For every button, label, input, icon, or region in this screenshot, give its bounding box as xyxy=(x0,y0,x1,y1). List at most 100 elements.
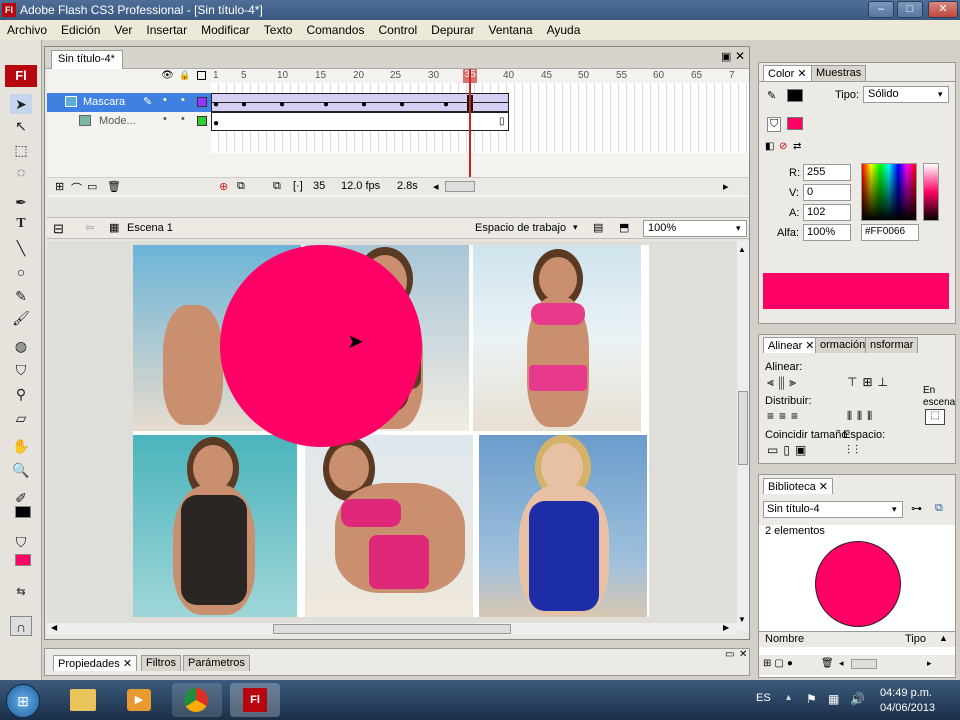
stage-horizontal-scrollbar[interactable]: ◀ ▶ xyxy=(47,623,737,635)
pin-library-icon[interactable]: ⊶ xyxy=(911,502,922,515)
fill-type-select[interactable]: Sólido ▾ xyxy=(863,86,949,103)
swap-colors-icon[interactable]: ⇄ xyxy=(793,141,801,152)
menu-ver[interactable]: Ver xyxy=(107,23,139,37)
paint-bucket-icon[interactable]: ⛉ xyxy=(10,360,32,380)
visibility-dot[interactable]: • xyxy=(163,94,167,106)
snap-magnet-icon[interactable]: ∩ xyxy=(10,616,32,636)
ink-bottle-icon[interactable]: ◍ xyxy=(10,336,32,356)
zoom-tool-icon[interactable]: 🔍 xyxy=(10,460,32,480)
scroll-down-icon[interactable]: ▼ xyxy=(738,615,746,624)
chevron-down-icon[interactable]: ▾ xyxy=(938,89,943,100)
menu-comandos[interactable]: Comandos xyxy=(299,23,371,37)
close-panel-icon[interactable]: ✕ xyxy=(739,649,747,660)
menu-ventana[interactable]: Ventana xyxy=(482,23,540,37)
photo-4[interactable] xyxy=(133,435,297,617)
stroke-color-icon[interactable]: ✐ xyxy=(10,488,32,508)
onion-markers-icon[interactable]: [·] xyxy=(293,180,303,192)
fill-color-swatch[interactable] xyxy=(15,554,31,566)
keyframe-dot[interactable]: ● xyxy=(399,99,405,110)
eraser-tool-icon[interactable]: ▱ xyxy=(10,408,32,428)
frame-grid[interactable]: ● ● ● ● ● ● ● ● ▯ xyxy=(211,83,749,153)
scroll-left-icon[interactable]: ◂ xyxy=(839,658,844,669)
distribute-buttons-icon[interactable]: ≡≡≡ xyxy=(767,409,803,423)
keyframe-dot[interactable]: ● xyxy=(213,118,219,129)
chrome-taskbar-icon[interactable] xyxy=(172,683,222,717)
align-vertical-buttons-icon[interactable]: ⊤⊞⊥ xyxy=(847,375,893,389)
scene-label[interactable]: Escena 1 xyxy=(127,222,173,234)
document-tab[interactable]: Sin título-4* xyxy=(51,50,123,69)
chevron-down-icon[interactable]: ▾ xyxy=(736,223,741,234)
align-buttons-icon[interactable]: ⫷⫼⫸ xyxy=(767,375,801,390)
keyframe-dot[interactable]: ● xyxy=(323,99,329,110)
menu-ayuda[interactable]: Ayuda xyxy=(540,23,588,37)
tab-informacion[interactable]: ormación xyxy=(815,337,871,353)
close-button[interactable]: ✕ xyxy=(928,1,958,18)
delete-layer-icon[interactable]: 🗑 xyxy=(107,180,121,193)
photo-3[interactable] xyxy=(473,245,641,431)
explorer-taskbar-icon[interactable] xyxy=(58,683,108,717)
col-tipo[interactable]: Tipo xyxy=(905,633,926,645)
back-arrow-icon[interactable]: ⇦ xyxy=(85,221,94,234)
zoom-select[interactable]: 100% ▾ xyxy=(643,220,747,237)
scroll-up-icon[interactable]: ▲ xyxy=(738,245,746,254)
tray-expand-icon[interactable]: ▴ xyxy=(786,692,791,703)
match-size-icon[interactable]: ▭▯▣ xyxy=(767,443,811,457)
tab-transformar[interactable]: nsformar xyxy=(865,337,919,353)
clock-date[interactable]: 04/06/2013 xyxy=(880,702,935,714)
r-field[interactable]: 255 xyxy=(803,164,851,181)
lock-icon[interactable]: 🔒 xyxy=(179,70,190,81)
photo-5[interactable] xyxy=(305,435,473,617)
network-icon[interactable]: ▦ xyxy=(828,692,839,706)
subselection-tool-icon[interactable]: ↖ xyxy=(10,116,32,136)
menu-depurar[interactable]: Depurar xyxy=(424,23,481,37)
distribute-horizontal-icon[interactable]: ⫴⫴⫴ xyxy=(847,409,877,424)
menu-control[interactable]: Control xyxy=(371,23,424,37)
menu-texto[interactable]: Texto xyxy=(257,23,300,37)
edit-multiple-icon[interactable]: ⧉ xyxy=(273,180,281,193)
onion-skin-icon[interactable]: ⧉ xyxy=(237,180,245,193)
g-field[interactable]: 0 xyxy=(803,184,851,201)
chevron-down-icon[interactable]: ▾ xyxy=(573,222,578,233)
outline-icon[interactable] xyxy=(197,71,206,80)
close-doc-icon[interactable]: ✕ xyxy=(735,49,745,63)
stage-area[interactable]: ➤ xyxy=(47,241,737,631)
flag-icon[interactable]: ⚑ xyxy=(806,692,817,706)
timeline-scroll-right-icon[interactable]: ▸ xyxy=(723,180,729,193)
pencil-tool-icon[interactable]: ✎ xyxy=(10,286,32,306)
tab-filtros[interactable]: Filtros xyxy=(141,655,181,671)
space-buttons-icon[interactable]: ⫶⫶ xyxy=(847,443,863,458)
lock-dot[interactable]: • xyxy=(181,94,185,106)
library-document-select[interactable]: Sin título-4 ▾ xyxy=(763,501,903,518)
layer-outline-color[interactable] xyxy=(197,116,207,126)
stroke-color-swatch[interactable] xyxy=(15,506,31,518)
keyframe-dot[interactable]: ● xyxy=(443,99,449,110)
edit-scene-icon[interactable]: ⬒ xyxy=(619,221,629,234)
motion-guide-icon[interactable]: ⌒ xyxy=(71,180,82,196)
start-button[interactable]: ⊞ xyxy=(6,684,40,718)
fill-color-icon[interactable]: ⛉ xyxy=(10,532,32,552)
minimize-button[interactable]: – xyxy=(868,1,894,18)
swap-colors-icon[interactable]: ⇆ xyxy=(10,582,32,602)
keyframe-dot[interactable]: ● xyxy=(279,99,285,110)
layer-name[interactable]: Mode... xyxy=(99,115,136,127)
brightness-slider[interactable] xyxy=(923,163,939,221)
new-folder-icon[interactable]: ▭ xyxy=(87,180,97,193)
text-tool-icon[interactable]: T xyxy=(10,214,32,234)
delete-item-icon[interactable]: 🗑 xyxy=(821,658,834,669)
tab-biblioteca[interactable]: Biblioteca ✕ xyxy=(763,478,833,494)
tab-muestras[interactable]: Muestras xyxy=(811,65,867,81)
tab-color[interactable]: Color ✕ xyxy=(763,65,812,81)
hex-field[interactable]: #FF0066 xyxy=(861,224,919,241)
brush-tool-icon[interactable]: 🖌 xyxy=(10,308,32,328)
oval-tool-icon[interactable]: ○ xyxy=(10,262,32,282)
fill-swatch[interactable] xyxy=(787,117,803,130)
menu-edicion[interactable]: Edición xyxy=(54,23,107,37)
mask-circle-shape[interactable] xyxy=(220,245,422,447)
frame-span-model[interactable] xyxy=(211,112,509,131)
keyframe-dot[interactable]: ● xyxy=(241,99,247,110)
eyedropper-icon[interactable]: ⚲ xyxy=(10,384,32,404)
new-library-icon[interactable]: ⧉ xyxy=(935,502,943,515)
layer-name[interactable]: Mascara xyxy=(83,96,125,108)
no-color-icon[interactable]: ⊘ xyxy=(779,141,787,152)
lasso-tool-icon[interactable]: ◌ xyxy=(10,162,32,182)
